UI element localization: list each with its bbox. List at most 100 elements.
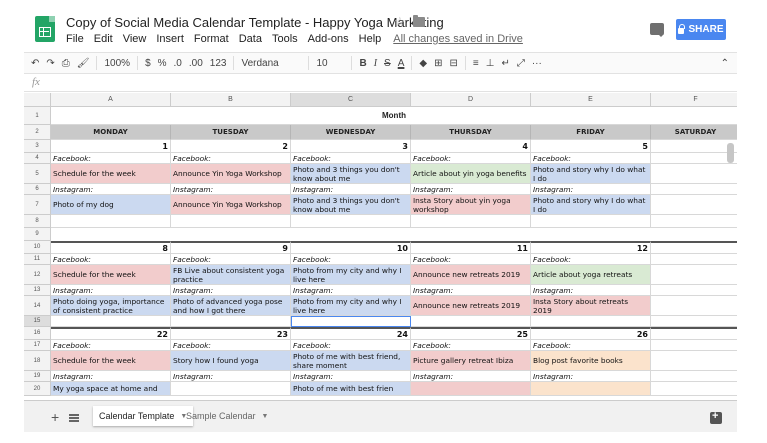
day-number-cell[interactable]: 25 [411,327,531,340]
column-header-c[interactable]: C [291,93,411,107]
facebook-label-cell[interactable]: Facebook: [411,153,531,164]
instagram-label-cell[interactable]: Instagram: [411,285,531,296]
instagram-post-cell[interactable]: Announce new retreats 2019 [411,296,531,316]
add-sheet-button[interactable]: + [51,409,59,425]
number-format-select[interactable]: 123 [210,58,227,69]
facebook-post-cell[interactable] [651,351,737,371]
text-wrap-icon[interactable]: ↵ [501,58,509,69]
menu-help[interactable]: Help [359,33,382,45]
row-header[interactable]: 13 [24,285,51,296]
day-number-cell[interactable] [651,241,737,254]
facebook-label-cell[interactable]: Facebook: [291,340,411,351]
facebook-post-cell[interactable]: Story how I found yoga [171,351,291,371]
row-header[interactable]: 7 [24,195,51,215]
instagram-post-cell[interactable] [651,195,737,215]
row-header[interactable]: 16 [24,327,51,340]
facebook-post-cell[interactable]: Photo and 3 things you don't know about … [291,164,411,184]
sheets-logo-icon[interactable] [35,16,55,42]
instagram-label-cell[interactable]: Instagram: [171,285,291,296]
facebook-label-cell[interactable] [651,153,737,164]
day-number-cell[interactable]: 3 [291,140,411,153]
row-header[interactable]: 4 [24,153,51,164]
facebook-label-cell[interactable]: Facebook: [531,340,651,351]
facebook-label-cell[interactable]: Facebook: [411,254,531,265]
empty-cell[interactable] [291,215,411,228]
tab-calendar-template[interactable]: Calendar Template ▼ [93,406,194,426]
instagram-post-cell[interactable]: Insta Story about yin yoga workshop [411,195,531,215]
facebook-post-cell[interactable] [651,164,737,184]
collapse-toolbar-icon[interactable]: ⌃ [721,58,729,69]
font-size-select[interactable]: 10 [316,58,344,69]
day-number-cell[interactable]: 1 [51,140,171,153]
column-header-d[interactable]: D [411,93,531,107]
facebook-post-cell[interactable]: Photo of me with best friend, share mome… [291,351,411,371]
facebook-label-cell[interactable]: Facebook: [411,340,531,351]
facebook-label-cell[interactable]: Facebook: [171,254,291,265]
facebook-post-cell[interactable]: Schedule for the week [51,351,171,371]
instagram-label-cell[interactable]: Instagram: [171,184,291,195]
empty-cell[interactable] [651,215,737,228]
facebook-post-cell[interactable]: FB Live about consistent yoga practice [171,265,291,285]
facebook-label-cell[interactable]: Facebook: [51,254,171,265]
text-color-button[interactable]: A [398,58,405,69]
facebook-label-cell[interactable]: Facebook: [291,153,411,164]
formula-bar[interactable]: fx [24,74,737,92]
day-number-cell[interactable]: 9 [171,241,291,254]
instagram-label-cell[interactable]: Instagram: [531,371,651,382]
horizontal-align-icon[interactable]: ≡ [473,58,479,69]
empty-cell[interactable] [51,316,171,327]
facebook-label-cell[interactable]: Facebook: [51,340,171,351]
facebook-label-cell[interactable] [651,340,737,351]
instagram-label-cell[interactable]: Instagram: [291,184,411,195]
instagram-post-cell[interactable]: Photo doing yoga, importance of consiste… [51,296,171,316]
row-header[interactable]: 3 [24,140,51,153]
day-number-cell[interactable]: 5 [531,140,651,153]
borders-icon[interactable]: ⊞ [434,58,442,69]
day-number-cell[interactable] [651,140,737,153]
more-icon[interactable]: ··· [532,58,542,69]
instagram-post-cell[interactable]: Insta Story about retreats 2019 [531,296,651,316]
row-header[interactable]: 2 [24,125,51,140]
instagram-label-cell[interactable]: Instagram: [531,285,651,296]
weekday-header[interactable]: SATURDAY [651,125,737,140]
tab-sample-calendar[interactable]: Sample Calendar ▼ [180,406,274,426]
instagram-post-cell[interactable]: Photo of me with best frien [291,382,411,396]
facebook-post-cell[interactable]: Article about yin yoga benefits [411,164,531,184]
bold-button[interactable]: B [359,58,366,69]
facebook-label-cell[interactable]: Facebook: [171,153,291,164]
instagram-post-cell[interactable] [531,382,651,396]
star-icon[interactable]: ☆ [394,14,406,30]
empty-cell[interactable] [171,316,291,327]
day-number-cell[interactable]: 4 [411,140,531,153]
day-number-cell[interactable]: 24 [291,327,411,340]
menu-edit[interactable]: Edit [94,33,113,45]
facebook-post-cell[interactable]: Photo from my city and why I live here [291,265,411,285]
instagram-label-cell[interactable]: Instagram: [51,285,171,296]
instagram-post-cell[interactable] [651,382,737,396]
instagram-post-cell[interactable] [411,382,531,396]
column-header-e[interactable]: E [531,93,651,107]
empty-cell[interactable] [651,316,737,327]
row-header[interactable]: 11 [24,254,51,265]
facebook-post-cell[interactable]: Schedule for the week [51,265,171,285]
print-icon[interactable]: ⎙ [62,58,70,69]
menu-tools[interactable]: Tools [272,33,298,45]
menu-format[interactable]: Format [194,33,229,45]
facebook-post-cell[interactable]: Blog post favorite books [531,351,651,371]
explore-icon[interactable] [710,410,722,424]
increase-decimal-button[interactable]: .00 [189,58,203,69]
menu-addons[interactable]: Add-ons [308,33,349,45]
instagram-post-cell[interactable] [651,296,737,316]
facebook-label-cell[interactable]: Facebook: [531,153,651,164]
instagram-label-cell[interactable]: Instagram: [171,371,291,382]
empty-cell[interactable] [291,316,411,327]
instagram-post-cell[interactable]: Announce Yin Yoga Workshop [171,195,291,215]
strikethrough-button[interactable]: S [384,58,391,69]
decrease-decimal-button[interactable]: .0 [174,58,182,69]
empty-cell[interactable] [531,215,651,228]
menu-view[interactable]: View [123,33,147,45]
instagram-label-cell[interactable]: Instagram: [411,371,531,382]
instagram-label-cell[interactable] [651,371,737,382]
row-header[interactable]: 8 [24,215,51,228]
row-header[interactable]: 18 [24,351,51,371]
